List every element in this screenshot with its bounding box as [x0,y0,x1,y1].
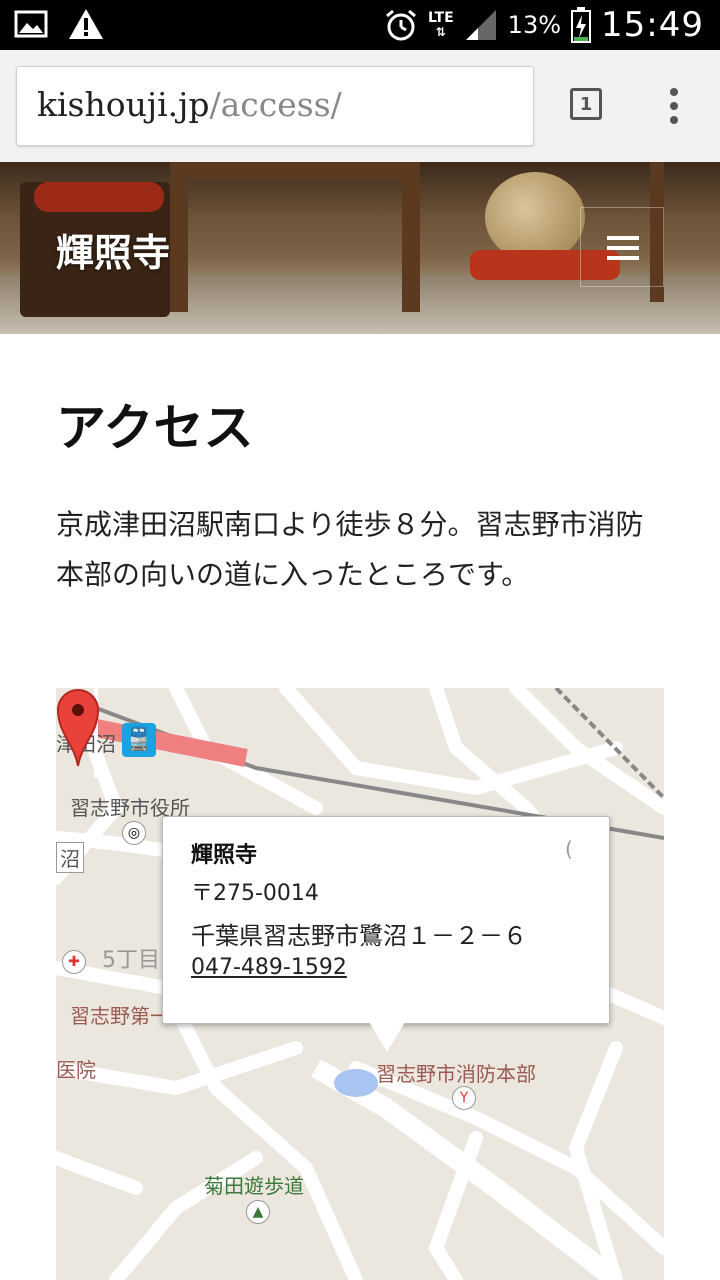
info-postal-code: 〒275-0014 [191,881,319,906]
gallery-icon [14,10,48,38]
park-icon[interactable]: ▲ [246,1200,270,1224]
train-station-icon[interactable]: 🚆 [122,723,156,757]
info-place-name: 輝照寺 [191,843,258,868]
url-path: /access/ [209,85,342,124]
hero-image-table [170,162,420,312]
map-label-hospital: 医院 [56,1058,96,1082]
url-domain: kishouji.jp [37,85,210,124]
clock: 15:49 [601,5,704,45]
fire-station-icon[interactable]: Y [452,1086,476,1110]
alarm-icon [385,9,416,41]
browser-toolbar: kishouji.jp/access/ 1 [0,50,720,162]
tab-switcher-button[interactable]: 1 [570,88,602,120]
overflow-menu-icon[interactable] [668,88,680,124]
signal-icon [465,10,496,40]
url-text: kishouji.jp/access/ [37,85,342,125]
status-bar: LTE ⇅ 13% 15:49 [0,0,720,50]
lte-icon: LTE ⇅ [427,10,454,39]
google-map[interactable]: 🚆 津田沼 習志野市役所 ◎ 沼 ✚ 5丁目 習志野第一 医院 習志野市消防本部… [56,688,664,1280]
site-title[interactable]: 輝照寺 [56,222,170,277]
hero-header: 輝照寺 [0,162,720,334]
hamburger-menu-icon[interactable] [580,207,664,287]
warning-icon [69,9,103,39]
map-info-window: 輝照寺 〒275-0014 千葉県習志野市鷺沼１－２－６ 047-489-159… [162,816,610,1052]
info-phone-link[interactable]: 047-489-1592 [191,955,347,980]
map-label-chome: 5丁目 [102,948,160,973]
battery-percent: 13% [507,11,562,39]
url-bar[interactable]: kishouji.jp/access/ [16,66,534,146]
info-address: 千葉県習志野市鷺沼１－２－６ [191,922,527,950]
hospital-icon[interactable]: ✚ [62,950,86,974]
map-label-fire-hq: 習志野市消防本部 [376,1062,536,1086]
hero-image-bowl [485,172,585,262]
city-hall-icon[interactable]: ◎ [122,821,146,845]
map-marker-icon[interactable] [56,688,100,768]
close-icon[interactable]: ( [565,837,573,861]
battery-charging-icon [571,7,592,43]
access-description: 京成津田沼駅南口より徒歩８分。習志野市消防本部の向いの道に入ったところです。 [56,508,644,591]
page-title: アクセス [56,399,254,457]
map-label-numa: 沼 [56,842,84,873]
map-label-school: 習志野第一 [70,1004,170,1028]
map-label-promenade: 菊田遊歩道 [204,1174,304,1198]
